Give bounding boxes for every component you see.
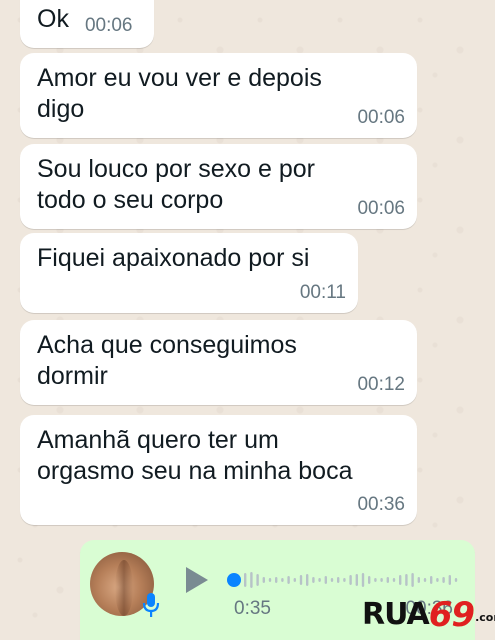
message-bubble[interactable]: Amor eu vou ver e depois digo 00:06 — [20, 53, 417, 138]
waveform-bar — [343, 578, 346, 582]
waveform-bar — [399, 575, 402, 585]
waveform-bar — [349, 575, 352, 585]
waveform-bar — [306, 574, 309, 586]
watermark-brand: RUA — [362, 597, 430, 632]
waveform-bar — [299, 575, 303, 585]
waveform-bar — [430, 576, 433, 584]
waveform-bar — [355, 574, 358, 586]
message-bubble[interactable]: Acha que conseguimos dormir 00:12 — [20, 320, 417, 405]
waveform-bar — [442, 577, 445, 583]
waveform-bar — [417, 577, 420, 583]
play-icon[interactable] — [180, 564, 212, 596]
message-text: Ok — [37, 5, 69, 33]
message-bubble[interactable]: Ok 00:06 — [20, 0, 154, 48]
waveform-bar — [337, 577, 340, 583]
message-timestamp: 00:06 — [84, 15, 133, 36]
waveform-bar — [287, 576, 290, 584]
waveform-bar — [275, 577, 278, 583]
message-text: Acha que conseguimos dormir — [37, 331, 297, 390]
waveform-bar — [312, 577, 315, 583]
message-text: Sou louco por sexo e por todo o seu corp… — [37, 155, 315, 214]
waveform-bar — [244, 573, 247, 587]
waveform-bar — [262, 577, 265, 583]
watermark-domain: .com — [475, 611, 495, 624]
message-timestamp: 00:12 — [357, 374, 405, 395]
avatar-photo-detail — [115, 560, 133, 616]
waveform-bar — [405, 574, 408, 586]
waveform-bar — [268, 578, 272, 582]
waveform-bar — [386, 577, 389, 583]
playback-position-handle[interactable] — [227, 573, 241, 587]
waveform-bar — [293, 578, 296, 582]
message-timestamp: 00:11 — [299, 282, 346, 303]
waveform-bar — [392, 578, 396, 582]
message-bubble[interactable]: Sou louco por sexo e por todo o seu corp… — [20, 144, 417, 229]
waveform-bar — [374, 578, 377, 582]
waveform-bar — [423, 578, 427, 582]
message-bubble[interactable]: Amanhã quero ter um orgasmo seu na minha… — [20, 415, 417, 525]
waveform-bar — [436, 578, 439, 582]
microphone-icon — [142, 593, 160, 617]
waveform-bar — [330, 578, 334, 582]
waveform-bar — [318, 578, 321, 582]
chat-message-list[interactable]: Ok 00:06 Amor eu vou ver e depois digo 00… — [0, 0, 495, 640]
waveform-bar — [281, 578, 284, 582]
message-text: Fiquei apaixonado por si — [37, 244, 310, 272]
waveform-bar — [256, 574, 259, 586]
waveform-bar — [324, 576, 327, 584]
waveform-bar — [380, 578, 383, 582]
watermark-number: 69 — [428, 595, 475, 635]
voice-note-duration: 0:35 — [234, 598, 271, 619]
rua69-watermark-logo: RUA69.com — [362, 592, 495, 635]
message-bubble[interactable]: Fiquei apaixonado por si 00:11 — [20, 233, 358, 313]
waveform-bar — [368, 576, 371, 584]
message-text: Amanhã quero ter um orgasmo seu na minha… — [37, 426, 353, 485]
message-text: Amor eu vou ver e depois digo — [37, 64, 322, 123]
waveform-bar — [411, 573, 414, 587]
waveform-bar — [361, 573, 365, 587]
waveform-bar — [250, 572, 253, 588]
waveform-bar — [448, 575, 451, 585]
message-timestamp: 00:36 — [357, 494, 405, 515]
message-timestamp: 00:06 — [357, 107, 405, 128]
message-timestamp: 00:06 — [357, 198, 405, 219]
waveform-bar — [454, 578, 458, 582]
